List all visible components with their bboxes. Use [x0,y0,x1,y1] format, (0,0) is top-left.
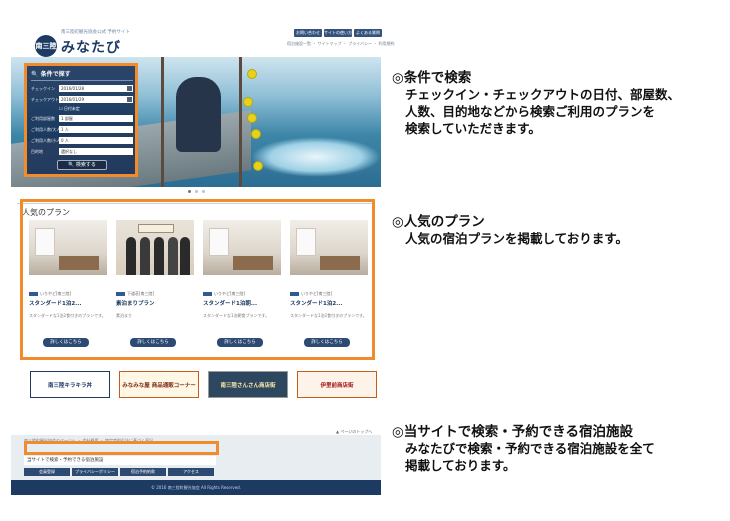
footer-tab-terms[interactable]: 宿泊予約約款 [120,468,166,476]
note-line: 掲載しております。 [405,458,516,473]
note-line: 人数、目的地などから検索ご利用のプランを [405,104,656,119]
note-line: チェックイン・チェックアウトの日付、部屋数、 [405,87,681,102]
footer-tab-register[interactable]: 会員登録 [24,468,70,476]
carousel-dot[interactable] [202,190,205,193]
header-button-contact[interactable]: お問い合わせ [294,29,322,37]
buoy [247,69,257,79]
carousel-dot[interactable] [195,190,198,193]
fisherman-figure [176,77,221,152]
note-heading: ◎人気のプラン [392,214,485,230]
banner-kirakira-don[interactable]: 南三陸キラキラ丼 [30,371,110,398]
highlight-frame-plans [20,199,375,360]
note-popular-plans: ◎人気のプラン 人気の宿泊プランを掲載しております。 [392,210,628,247]
wave-splash [251,137,381,177]
buoy [243,97,253,107]
footer-tab-access[interactable]: アクセス [168,468,214,476]
footer-tabs: 会員登録 プライバシーポリシー 宿泊予約約款 アクセス [24,468,214,476]
note-line: 人気の宿泊プランを掲載しております。 [405,231,629,246]
header-buttons: お問い合わせ サイトの使い方 よくある質問 [294,29,382,37]
note-heading: ◎条件で検索 [392,70,472,86]
buoy [251,129,261,139]
boat-pole [239,57,242,187]
site-logo[interactable]: みなたび [61,37,121,57]
note-line: みなたびで検索・予約できる宿泊施設を全て [405,441,655,456]
highlight-frame-facilities [24,441,219,455]
banner-minamina-ya[interactable]: みなみな屋 商品通販コーナー [119,371,199,398]
footer-facilities-link[interactable]: 当サイトで検索・予約できる宿泊施設 [24,456,216,465]
banner-sansan-shotengai[interactable]: 南三陸さんさん商店街 [208,371,288,398]
highlight-frame-search [24,63,138,177]
banner-row: 南三陸キラキラ丼 みなみな屋 商品通販コーナー 南三陸さんさん商店街 伊里前商店… [30,371,377,398]
site-header: 南三陸 南三陸町観光協会公式 予約サイト みなたび お問い合わせ サイトの使い方… [11,23,395,57]
boat-pole [161,57,164,187]
copyright: © 2016 南三陸町観光協会 All Rights Reserved. [11,480,381,495]
header-button-guide[interactable]: サイトの使い方 [324,29,352,37]
carousel-dot[interactable] [188,190,191,193]
note-search: ◎条件で検索 チェックイン・チェックアウトの日付、部屋数、 人数、目的地などから… [392,66,680,137]
note-line: 検索していただきます。 [405,121,541,136]
footer-tab-privacy[interactable]: プライバシーポリシー [72,468,118,476]
logo-subtitle: 南三陸町観光協会公式 予約サイト [61,30,130,35]
note-heading: ◎当サイトで検索・予約できる宿泊施設 [392,424,634,440]
carousel-dots [188,190,205,193]
buoy [253,161,263,171]
banner-isatomae-shotengai[interactable]: 伊里前商店街 [297,371,377,398]
note-facilities: ◎当サイトで検索・予約できる宿泊施設 みなたびで検索・予約できる宿泊施設を全て … [392,420,655,474]
logo-mark[interactable]: 南三陸 [35,35,57,57]
buoy [247,113,257,123]
header-links[interactable]: 宿泊施設一覧 ・ サイトマップ ・ プライバシー ・ 利用規約 [287,41,395,47]
header-button-faq[interactable]: よくある質問 [354,29,382,37]
